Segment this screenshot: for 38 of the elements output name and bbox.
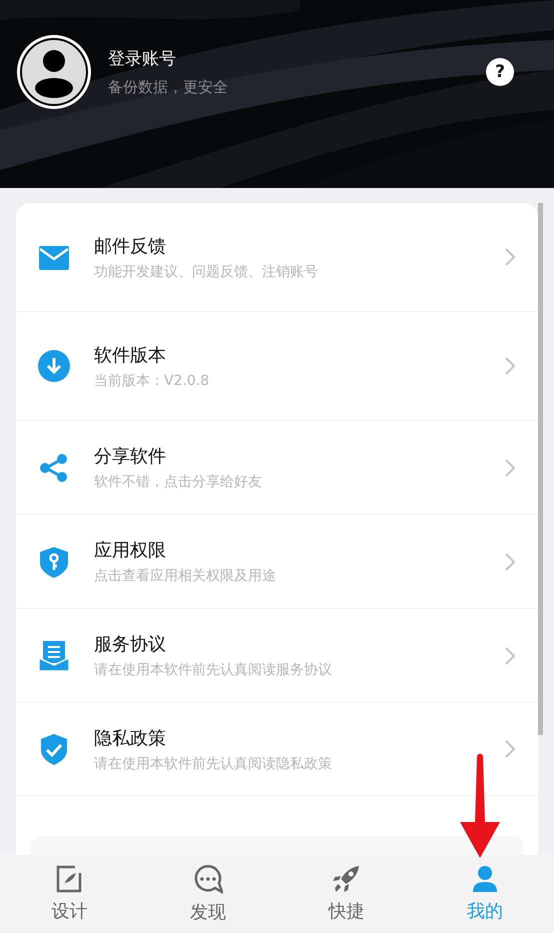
login-title[interactable]: 登录账号 [108,47,470,70]
chevron-right-icon [504,552,516,572]
menu-item-subtitle: 请在使用本软件前先认真阅读服务协议 [94,661,333,679]
edit-icon [55,865,84,893]
menu-item-title: 邮件反馈 [94,234,167,258]
chevron-right-icon [504,739,516,759]
menu-item-title: 应用权限 [94,539,167,562]
menu-item-subtitle: 当前版本：V2.0.8 [94,372,210,390]
person-icon [470,865,499,893]
tab[interactable]: 发现 [138,855,277,933]
menu-item-subtitle: 功能开发建议、问题反馈、注销账号 [94,262,319,280]
chat-bubble-icon [192,864,223,894]
menu-item[interactable]: 服务协议 请在使用本软件前先认真阅读服务协议 [16,609,538,703]
key-shield-icon [38,546,70,578]
menu-item[interactable]: 应用权限 点击查看应用相关权限及用途 [16,515,538,609]
chevron-right-icon [504,458,516,478]
menu-item[interactable]: 软件版本 当前版本：V2.0.8 [16,312,538,421]
menu-item-subtitle: 软件不错，点击分享给好友 [94,473,263,491]
menu-item-subtitle: 点击查看应用相关权限及用途 [94,567,277,585]
menu-item-subtitle: 请在使用本软件前先认真阅读隐私政策 [94,754,333,772]
rocket-icon [332,865,360,893]
tab[interactable]: 设计 [0,855,138,933]
download-icon [38,350,70,382]
menu-item-title: 软件版本 [94,344,167,366]
menu-item-title: 隐私政策 [94,726,167,750]
chevron-right-icon [504,356,516,376]
menu-item-title: 服务协议 [94,633,167,656]
document-icon [38,640,70,672]
menu-item-title: 分享软件 [94,445,167,468]
chevron-right-icon [504,247,516,267]
login-subtitle: 备份数据，更安全 [108,78,229,97]
chevron-right-icon [504,646,516,666]
check-shield-icon [38,733,70,765]
avatar[interactable] [16,34,92,110]
share-icon [38,452,70,484]
menu-item[interactable]: 邮件反馈 功能开发建议、问题反馈、注销账号 [16,203,538,312]
tab[interactable]: 快捷 [277,855,416,933]
menu-item[interactable]: 分享软件 软件不错，点击分享给好友 [16,421,538,515]
